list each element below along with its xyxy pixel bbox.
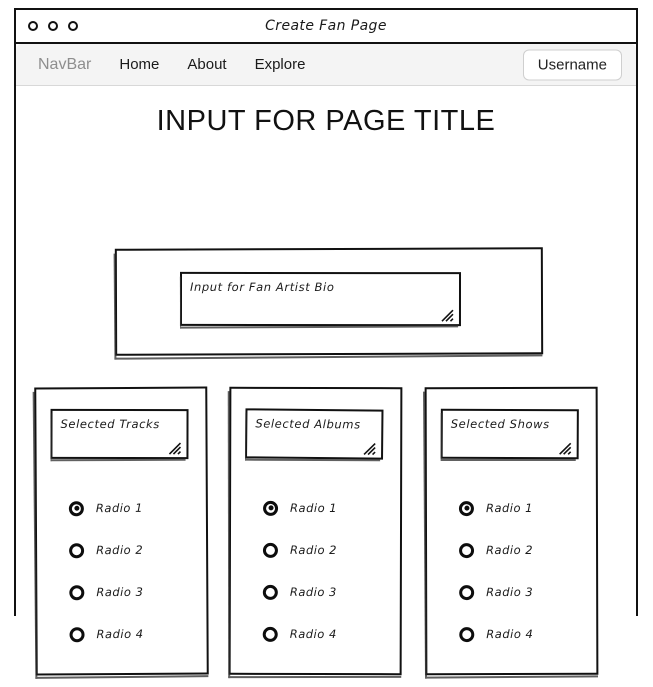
radio-option-label: Radio 1 xyxy=(485,500,534,516)
radio-option-label: Radio 4 xyxy=(486,626,534,642)
nav-link-home[interactable]: Home xyxy=(119,56,159,73)
radio-button-icon[interactable] xyxy=(262,626,278,642)
selected-shows-title: Selected Shows xyxy=(450,416,550,432)
radio-button-icon[interactable] xyxy=(69,626,85,642)
radio-option[interactable]: Radio 2 xyxy=(262,529,394,571)
panel-2-textarea-wrapper: Selected Shows xyxy=(440,408,579,460)
radio-option-label: Radio 4 xyxy=(96,626,144,642)
selected-tracks-radio-group: Radio 1 Radio 2 Radio 3 Radio 4 xyxy=(68,487,201,656)
selected-tracks-title: Selected Tracks xyxy=(60,416,160,432)
navbar: NavBar Home About Explore Username xyxy=(16,44,636,86)
radio-option[interactable]: Radio 4 xyxy=(69,613,200,656)
radio-option[interactable]: Radio 1 xyxy=(458,487,590,529)
nav-link-about[interactable]: About xyxy=(187,56,226,73)
radio-option-label: Radio 2 xyxy=(486,542,534,558)
radio-button-icon[interactable] xyxy=(459,542,475,558)
resize-grip-icon[interactable] xyxy=(363,440,376,456)
panel-1-textarea-wrapper: Selected Albums xyxy=(245,408,384,460)
radio-option[interactable]: Radio 1 xyxy=(263,487,394,529)
window-titlebar: Create Fan Page xyxy=(16,10,636,44)
selected-shows-textarea[interactable]: Selected Shows xyxy=(440,408,579,460)
selected-shows-radio-group: Radio 1 Radio 2 Radio 3 Radio 4 xyxy=(458,487,590,655)
bio-textarea-value: Input for Fan Artist Bio xyxy=(189,279,335,295)
radio-button-icon[interactable] xyxy=(459,626,475,642)
radio-option-label: Radio 1 xyxy=(290,500,338,516)
panel-selected-tracks: Selected Tracks Radio 1 Radio 2 Radio 3 … xyxy=(34,386,209,676)
radio-button-icon[interactable] xyxy=(458,500,474,516)
radio-option-label: Radio 4 xyxy=(289,626,337,642)
selected-tracks-textarea[interactable]: Selected Tracks xyxy=(50,408,189,460)
selected-albums-textarea[interactable]: Selected Albums xyxy=(245,408,384,460)
radio-option[interactable]: Radio 3 xyxy=(459,571,590,613)
radio-option-label: Radio 3 xyxy=(289,584,337,600)
radio-button-icon[interactable] xyxy=(69,584,85,600)
panel-0-textarea-wrapper: Selected Tracks xyxy=(50,408,189,460)
navbar-links: NavBar Home About Explore xyxy=(38,56,305,74)
selected-albums-title: Selected Albums xyxy=(255,416,361,432)
radio-option[interactable]: Radio 3 xyxy=(69,571,200,614)
username-button[interactable]: Username xyxy=(522,49,622,80)
radio-option-label: Radio 2 xyxy=(289,542,338,558)
selection-columns: Selected Tracks Radio 1 Radio 2 Radio 3 … xyxy=(16,386,636,687)
page-title: INPUT FOR PAGE TITLE xyxy=(156,105,496,137)
bio-section-container: Input for Fan Artist Bio xyxy=(114,247,544,356)
radio-option-label: Radio 3 xyxy=(486,584,534,600)
radio-button-icon[interactable] xyxy=(263,500,279,516)
radio-option[interactable]: Radio 1 xyxy=(68,487,200,530)
radio-option[interactable]: Radio 3 xyxy=(262,571,394,613)
radio-button-icon[interactable] xyxy=(262,584,278,600)
radio-button-icon[interactable] xyxy=(68,500,84,516)
window-title: Create Fan Page xyxy=(265,18,387,34)
radio-option-label: Radio 2 xyxy=(96,542,144,558)
bio-textarea-wrapper: Input for Fan Artist Bio xyxy=(179,271,462,327)
radio-button-icon[interactable] xyxy=(459,584,475,600)
bio-textarea[interactable]: Input for Fan Artist Bio xyxy=(179,271,462,327)
radio-button-icon[interactable] xyxy=(69,542,85,558)
navbar-brand: NavBar xyxy=(38,55,92,73)
page-content: INPUT FOR PAGE TITLE Input for Fan Artis… xyxy=(16,105,636,676)
radio-option-label: Radio 1 xyxy=(95,500,143,516)
radio-button-icon[interactable] xyxy=(262,542,278,558)
resize-grip-icon[interactable] xyxy=(168,440,182,455)
radio-option[interactable]: Radio 2 xyxy=(69,529,200,572)
app-window: Create Fan Page NavBar Home About Explor… xyxy=(14,8,638,676)
radio-option[interactable]: Radio 2 xyxy=(459,529,590,571)
resize-grip-icon[interactable] xyxy=(441,307,454,322)
selected-albums-radio-group: Radio 1 Radio 2 Radio 3 Radio 4 xyxy=(262,487,394,655)
radio-option[interactable]: Radio 4 xyxy=(459,613,590,655)
resize-grip-icon[interactable] xyxy=(559,440,572,455)
radio-option-label: Radio 3 xyxy=(96,584,144,600)
radio-option[interactable]: Radio 4 xyxy=(262,613,394,655)
nav-link-explore[interactable]: Explore xyxy=(255,56,306,73)
